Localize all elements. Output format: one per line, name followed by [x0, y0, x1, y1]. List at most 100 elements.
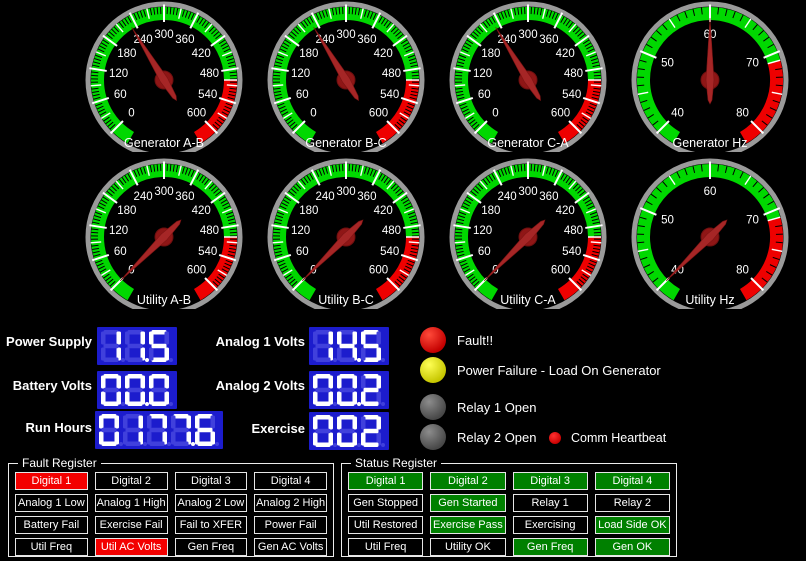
- status-cell-relay-1: Relay 1: [513, 494, 588, 512]
- gauge-tick-label: 300: [154, 186, 173, 198]
- gauge-needle: [302, 220, 363, 281]
- gauge-tick-label: 120: [109, 225, 128, 237]
- gauge-tick-label: 240: [316, 191, 335, 203]
- gauge-tick-label: 600: [187, 108, 206, 120]
- gauge-needle: [120, 220, 181, 281]
- gauge-tick-label: 80: [736, 108, 749, 120]
- status-register-grid: Digital 1Digital 2Digital 3Digital 4Gen …: [348, 472, 670, 556]
- status-register-panel: Status Register Digital 1Digital 2Digita…: [341, 463, 677, 557]
- gauge-tick-label: 480: [564, 68, 583, 80]
- seg-digit: [149, 374, 173, 406]
- gauge-tick-label: 60: [114, 89, 127, 101]
- fault-cell-power-fail: Power Fail: [254, 516, 327, 534]
- gauge-face: 060120180240300360420480540600Utility A-…: [73, 157, 255, 309]
- seg-digit: [99, 414, 123, 446]
- status-cell-gen-started: Gen Started: [430, 494, 505, 512]
- gauge-tick-label: 420: [192, 205, 211, 217]
- analog2-volts-label: Analog 2 Volts: [203, 376, 305, 396]
- gauge-tick-label: 300: [154, 29, 173, 41]
- seg-digit: [125, 330, 149, 362]
- gauge-face: 4050607080Utility Hz: [619, 157, 801, 309]
- gauge-tick-label: 540: [198, 89, 217, 101]
- gauge-tick-label: 60: [478, 246, 491, 258]
- seg-digit: [337, 415, 361, 447]
- gauge-face: 060120180240300360420480540600Generator …: [255, 0, 437, 152]
- gauge-tick-label: 70: [746, 214, 759, 226]
- gauge-tick-label: 420: [556, 48, 575, 60]
- gauge-tick-label: 240: [134, 191, 153, 203]
- seg-digit: [361, 330, 385, 362]
- gauge-label: Generator Hz: [672, 136, 747, 150]
- generator-monitor-dashboard: 060120180240300360420480540600Generator …: [0, 0, 806, 561]
- gauge-tick-label: 420: [374, 48, 393, 60]
- gauge-tick-label: 180: [299, 48, 318, 60]
- gauge-tick-label: 60: [704, 186, 717, 198]
- gauge-tick-label: 120: [473, 68, 492, 80]
- gauge-needle: [484, 220, 545, 281]
- seg-digit: [171, 414, 195, 446]
- gauge-tick-label: 480: [382, 225, 401, 237]
- gauge-tick-label: 600: [369, 265, 388, 277]
- gauge-generator-hz: 4050607080Generator Hz: [619, 0, 801, 152]
- gauge-tick-label: 300: [518, 29, 537, 41]
- status-cell-digital-4: Digital 4: [595, 472, 670, 490]
- gauge-tick-label: 180: [117, 48, 136, 60]
- status-cell-util-freq: Util Freq: [348, 538, 423, 556]
- gauge-tick-label: 300: [518, 186, 537, 198]
- gauge-generator-b-c: 060120180240300360420480540600Generator …: [255, 0, 437, 152]
- gauge-tick-label: 420: [374, 205, 393, 217]
- fault-register-title: Fault Register: [18, 456, 101, 471]
- gauge-tick-label: 600: [551, 265, 570, 277]
- gauge-tick-label: 600: [187, 265, 206, 277]
- status-cell-digital-3: Digital 3: [513, 472, 588, 490]
- comm-heartbeat-label: Comm Heartbeat: [571, 431, 666, 446]
- gauge-tick-label: 180: [117, 205, 136, 217]
- gauge-tick-label: 40: [671, 108, 684, 120]
- fault-lamp-icon: [420, 327, 446, 353]
- gauge-tick-label: 50: [661, 57, 674, 69]
- fault-cell-digital-3: Digital 3: [175, 472, 248, 490]
- seg-digit: [313, 415, 337, 447]
- fault-cell-gen-freq: Gen Freq: [175, 538, 248, 556]
- gauge-tick-label: 80: [736, 265, 749, 277]
- gauge-tick-label: 300: [336, 186, 355, 198]
- status-cell-exercise-pass: Exercise Pass: [430, 516, 505, 534]
- gauge-row-generator: 060120180240300360420480540600Generator …: [73, 0, 801, 152]
- gauge-tick-label: 120: [291, 225, 310, 237]
- seg-digit: [361, 374, 385, 406]
- status-cell-gen-stopped: Gen Stopped: [348, 494, 423, 512]
- gauge-tick-label: 600: [369, 108, 388, 120]
- status-cell-utility-ok: Utility OK: [430, 538, 505, 556]
- gauge-tick-label: 120: [473, 225, 492, 237]
- relay2-lamp-icon: [420, 424, 446, 450]
- gauge-tick-label: 60: [478, 89, 491, 101]
- gauge-tick-label: 180: [481, 205, 500, 217]
- gauge-label: Generator B-C: [305, 136, 386, 150]
- seg-digit: [337, 330, 361, 362]
- gauge-tick-label: 420: [556, 205, 575, 217]
- gauge-tick-label: 540: [562, 246, 581, 258]
- gauge-tick-label: 480: [200, 68, 219, 80]
- gauge-tick-label: 480: [564, 225, 583, 237]
- gauge-face: 060120180240300360420480540600Generator …: [73, 0, 255, 152]
- seg-digit: [361, 415, 385, 447]
- gauge-face: 060120180240300360420480540600Utility C-…: [437, 157, 619, 309]
- fault-cell-util-ac-volts: Util AC Volts: [95, 538, 168, 556]
- gauge-label: Utility Hz: [685, 293, 734, 307]
- gauge-face: 060120180240300360420480540600Generator …: [437, 0, 619, 152]
- gauge-tick-label: 540: [198, 246, 217, 258]
- gauge-face: 4050607080Generator Hz: [619, 0, 801, 152]
- fault-cell-battery-fail: Battery Fail: [15, 516, 88, 534]
- seg-digit: [101, 330, 125, 362]
- relay2-lamp-label: Relay 2 Open: [457, 430, 537, 445]
- fault-cell-gen-ac-volts: Gen AC Volts: [254, 538, 327, 556]
- gauge-tick-label: 180: [481, 48, 500, 60]
- relay1-lamp-label: Relay 1 Open: [457, 400, 537, 415]
- gauge-tick-label: 0: [128, 108, 134, 120]
- gauge-tick-label: 70: [746, 57, 759, 69]
- exercise-display: [309, 412, 389, 450]
- gauge-tick-label: 540: [562, 89, 581, 101]
- seg-digit: [313, 374, 337, 406]
- battery-volts-label: Battery Volts: [0, 376, 92, 396]
- fault-cell-exercise-fail: Exercise Fail: [95, 516, 168, 534]
